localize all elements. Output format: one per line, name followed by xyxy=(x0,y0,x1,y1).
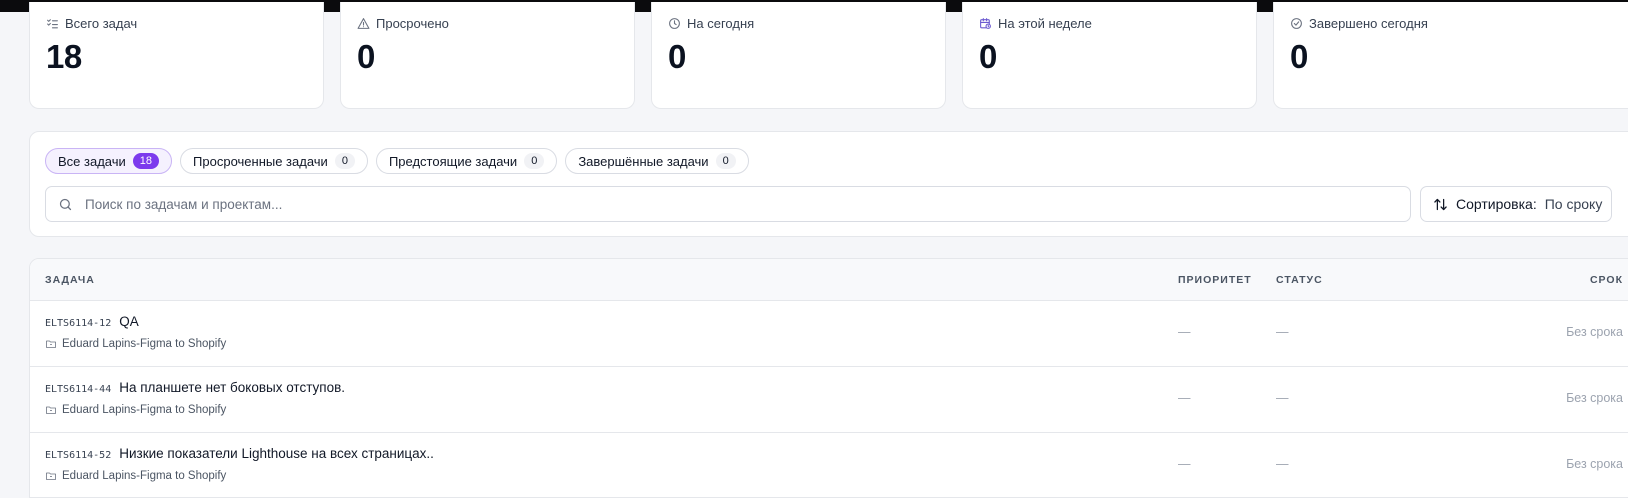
task-id: ELTS6114-52 xyxy=(45,450,112,461)
column-header-status[interactable]: СТАТУС xyxy=(1276,274,1323,286)
tasks-table: ЗАДАЧА ПРИОРИТЕТ СТАТУС СРОК ELTS6114-12… xyxy=(29,258,1628,498)
stat-value: 0 xyxy=(668,38,686,75)
stat-value: 0 xyxy=(979,38,997,75)
stat-label: На этой неделе xyxy=(998,16,1092,31)
calendar-clock-icon xyxy=(980,18,991,29)
filter-tabs: Все задачи 18 Просроченные задачи 0 Пред… xyxy=(45,148,749,174)
folder-icon xyxy=(46,472,56,480)
stat-card-overdue: Просрочено 0 xyxy=(340,2,635,109)
task-project: Eduard Lapins-Figma to Shopify xyxy=(62,404,227,416)
search-input[interactable] xyxy=(83,195,1410,213)
column-header-due[interactable]: СРОК xyxy=(1590,274,1623,286)
task-id: ELTS6114-12 xyxy=(45,318,112,329)
checklist-icon xyxy=(47,19,58,29)
column-header-task[interactable]: ЗАДАЧА xyxy=(45,274,95,286)
task-title[interactable]: На планшете нет боковых отступов. xyxy=(119,380,345,395)
sort-arrows-icon xyxy=(1434,198,1447,210)
stat-card-completed-today: Завершено сегодня 0 xyxy=(1273,2,1628,109)
task-id: ELTS6114-44 xyxy=(45,384,112,395)
task-priority: — xyxy=(1178,325,1191,339)
column-header-priority[interactable]: ПРИОРИТЕТ xyxy=(1178,274,1252,286)
stat-label: Завершено сегодня xyxy=(1309,16,1428,31)
tab-label: Просроченные задачи xyxy=(193,153,328,169)
tab-completed-tasks[interactable]: Завершённые задачи 0 xyxy=(565,148,749,174)
stat-value: 18 xyxy=(46,38,82,75)
task-due: Без срока xyxy=(1566,325,1623,339)
task-due: Без срока xyxy=(1566,457,1623,471)
task-priority: — xyxy=(1178,457,1191,471)
clock-icon xyxy=(669,18,680,29)
stat-label: На сегодня xyxy=(687,16,755,31)
search-icon xyxy=(59,198,72,210)
stat-card-week: На этой неделе 0 xyxy=(962,2,1257,109)
tab-count-badge: 0 xyxy=(715,153,736,169)
tab-label: Предстоящие задачи xyxy=(388,153,518,169)
stat-value: 0 xyxy=(357,38,375,75)
folder-icon xyxy=(46,340,56,348)
task-title[interactable]: QA xyxy=(119,314,139,329)
table-header: ЗАДАЧА ПРИОРИТЕТ СТАТУС СРОК xyxy=(30,259,1628,301)
task-due: Без срока xyxy=(1566,391,1623,405)
task-status: — xyxy=(1276,391,1289,405)
task-priority: — xyxy=(1178,391,1191,405)
search-box[interactable] xyxy=(45,186,1411,222)
warning-icon xyxy=(357,18,370,29)
tab-all-tasks[interactable]: Все задачи 18 xyxy=(45,148,173,174)
sort-value: По сроку xyxy=(1544,196,1603,212)
filters-panel: Все задачи 18 Просроченные задачи 0 Пред… xyxy=(29,131,1628,237)
stat-value: 0 xyxy=(1290,38,1308,75)
tab-count-badge: 18 xyxy=(132,153,160,169)
tab-count-badge: 0 xyxy=(524,153,545,169)
table-row[interactable]: ELTS6114-44 На планшете нет боковых отст… xyxy=(30,367,1628,433)
task-status: — xyxy=(1276,457,1289,471)
stat-label: Просрочено xyxy=(376,16,449,31)
tab-count-badge: 0 xyxy=(334,153,355,169)
sort-label: Сортировка: xyxy=(1456,196,1537,212)
sort-button[interactable]: Сортировка: По сроку xyxy=(1420,186,1612,222)
task-project: Eduard Lapins-Figma to Shopify xyxy=(62,470,227,482)
table-row[interactable]: ELTS6114-12 QA Eduard Lapins-Figma to Sh… xyxy=(30,301,1628,367)
stat-card-total: Всего задач 18 xyxy=(29,2,324,109)
tab-label: Все задачи xyxy=(58,153,126,169)
task-status: — xyxy=(1276,325,1289,339)
stat-card-today: На сегодня 0 xyxy=(651,2,946,109)
tab-label: Завершённые задачи xyxy=(578,153,709,169)
check-circle-icon xyxy=(1291,18,1302,29)
folder-icon xyxy=(46,406,56,414)
tab-overdue-tasks[interactable]: Просроченные задачи 0 xyxy=(180,148,368,174)
tab-upcoming-tasks[interactable]: Предстоящие задачи 0 xyxy=(375,148,558,174)
task-title[interactable]: Низкие показатели Lighthouse на всех стр… xyxy=(119,446,434,461)
stat-label: Всего задач xyxy=(65,16,138,31)
table-row[interactable]: ELTS6114-52 Низкие показатели Lighthouse… xyxy=(30,433,1628,497)
task-project: Eduard Lapins-Figma to Shopify xyxy=(62,338,227,350)
